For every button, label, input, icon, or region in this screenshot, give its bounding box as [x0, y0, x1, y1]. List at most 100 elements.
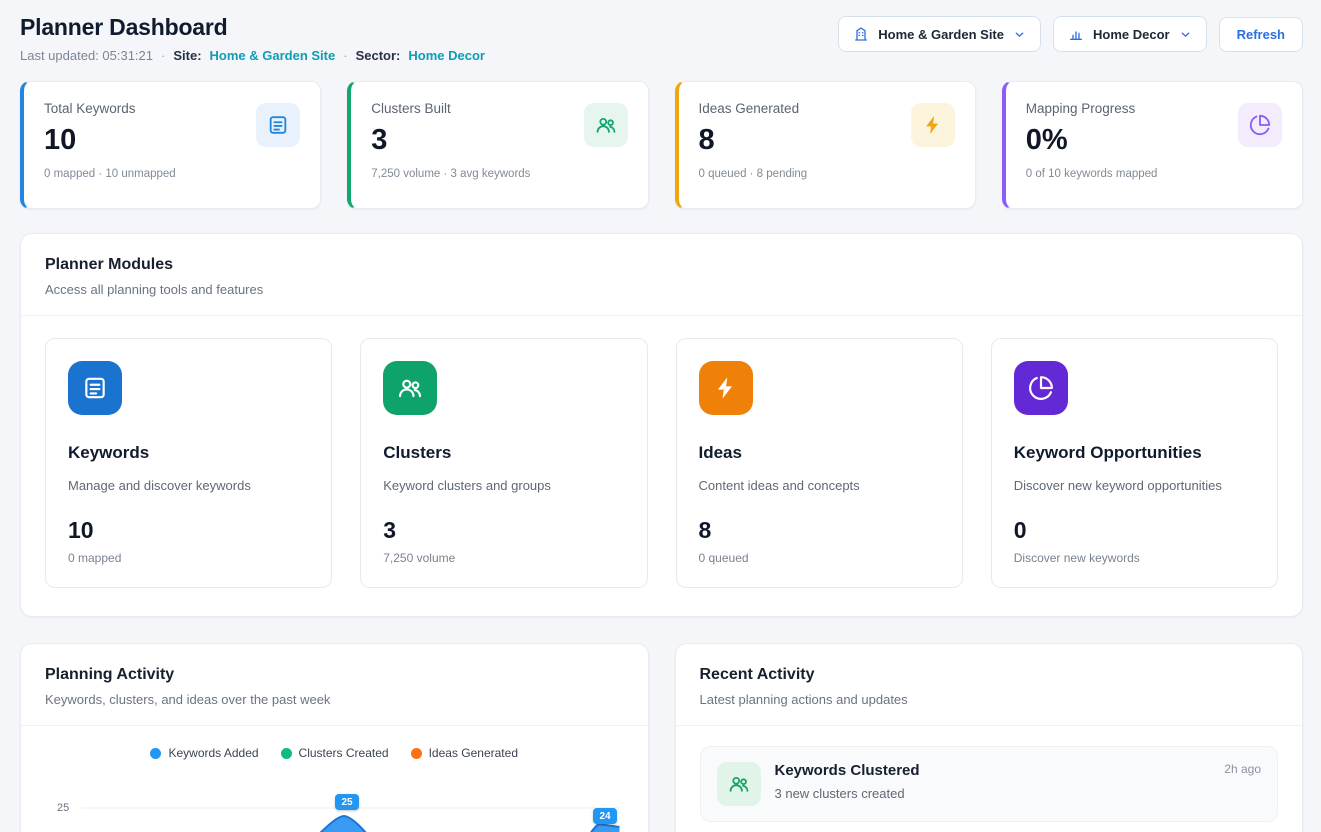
module-title: Keyword Opportunities — [1014, 443, 1255, 463]
stat-sub: 0 of 10 keywords mapped — [1026, 168, 1158, 180]
site-link[interactable]: Home & Garden Site — [210, 48, 336, 63]
recent-activity-subtitle: Latest planning actions and updates — [700, 692, 1279, 707]
header-left: Planner Dashboard Last updated: 05:31:21… — [20, 14, 485, 63]
stat-label: Clusters Built — [371, 101, 530, 116]
modules-panel-title: Planner Modules — [45, 256, 1278, 274]
stat-main: Clusters Built 3 7,250 volume · 3 avg ke… — [371, 101, 530, 192]
document-icon — [256, 103, 300, 147]
legend-label: Ideas Generated — [429, 746, 518, 760]
planning-activity-subtitle: Keywords, clusters, and ideas over the p… — [45, 692, 624, 707]
module-card-ideas[interactable]: Ideas Content ideas and concepts 8 0 que… — [676, 338, 963, 588]
recent-activity-header: Recent Activity Latest planning actions … — [676, 644, 1303, 726]
legend-item-keywords-added[interactable]: Keywords Added — [150, 746, 258, 760]
module-title: Clusters — [383, 443, 624, 463]
page-header: Planner Dashboard Last updated: 05:31:21… — [20, 14, 1303, 63]
stat-sub: 0 mapped · 10 unmapped — [44, 168, 176, 180]
stat-sub: 7,250 volume · 3 avg keywords — [371, 168, 530, 180]
legend-label: Keywords Added — [168, 746, 258, 760]
module-sub: 0 mapped — [68, 551, 309, 565]
activity-head: Keywords Clustered 2h ago — [775, 762, 1262, 779]
planning-activity-title: Planning Activity — [45, 666, 624, 684]
planning-activity-header: Planning Activity Keywords, clusters, an… — [21, 644, 648, 726]
chevron-down-icon — [1013, 28, 1026, 41]
users-icon — [383, 361, 437, 415]
modules-panel-header: Planner Modules Access all planning tool… — [21, 234, 1302, 316]
data-point-label: 24 — [593, 808, 617, 824]
module-sub: Discover new keywords — [1014, 551, 1255, 565]
stat-value: 0% — [1026, 126, 1158, 155]
stat-main: Mapping Progress 0% 0 of 10 keywords map… — [1026, 101, 1158, 192]
module-description: Discover new keyword opportunities — [1014, 478, 1255, 493]
last-updated-text: Last updated: 05:31:21 — [20, 48, 153, 63]
sector-selector-dropdown[interactable]: Home Decor — [1053, 16, 1207, 52]
module-card-keywords[interactable]: Keywords Manage and discover keywords 10… — [45, 338, 332, 588]
module-value: 3 — [383, 517, 624, 544]
stat-sub: 0 queued · 8 pending — [699, 168, 808, 180]
legend-dot — [411, 748, 422, 759]
stat-card-mapping-progress[interactable]: Mapping Progress 0% 0 of 10 keywords map… — [1002, 81, 1303, 209]
stat-label: Total Keywords — [44, 101, 176, 116]
stat-label: Mapping Progress — [1026, 101, 1158, 116]
data-point-label: 25 — [335, 794, 359, 810]
module-value: 8 — [699, 517, 940, 544]
chart-legend: Keywords Added Clusters Created Ideas Ge… — [45, 746, 624, 760]
y-axis-tick: 25 — [57, 802, 69, 814]
modules-grid: Keywords Manage and discover keywords 10… — [21, 316, 1302, 616]
planner-dashboard-page: Planner Dashboard Last updated: 05:31:21… — [0, 0, 1321, 832]
module-title: Keywords — [68, 443, 309, 463]
site-selector-dropdown[interactable]: Home & Garden Site — [838, 16, 1041, 52]
module-sub: 7,250 volume — [383, 551, 624, 565]
legend-dot — [281, 748, 292, 759]
module-description: Manage and discover keywords — [68, 478, 309, 493]
site-selector-value: Home & Garden Site — [878, 27, 1004, 42]
bolt-icon — [911, 103, 955, 147]
sector-link[interactable]: Home Decor — [408, 48, 485, 63]
legend-label: Clusters Created — [299, 746, 389, 760]
recent-activity-list: Keywords Clustered 2h ago 3 new clusters… — [676, 726, 1303, 832]
document-icon — [68, 361, 122, 415]
legend-item-clusters-created[interactable]: Clusters Created — [281, 746, 389, 760]
activity-item-keywords-clustered[interactable]: Keywords Clustered 2h ago 3 new clusters… — [700, 746, 1279, 822]
recent-activity-title: Recent Activity — [700, 666, 1279, 684]
legend-item-ideas-generated[interactable]: Ideas Generated — [411, 746, 518, 760]
planner-modules-panel: Planner Modules Access all planning tool… — [20, 233, 1303, 617]
header-meta: Last updated: 05:31:21 · Site: Home & Ga… — [20, 48, 485, 63]
module-value: 10 — [68, 517, 309, 544]
chevron-down-icon — [1179, 28, 1192, 41]
bar-chart-icon — [1068, 26, 1084, 42]
separator-dot: · — [343, 48, 347, 63]
stat-card-clusters-built[interactable]: Clusters Built 3 7,250 volume · 3 avg ke… — [347, 81, 648, 209]
bottom-row: Planning Activity Keywords, clusters, an… — [20, 643, 1303, 832]
recent-activity-panel: Recent Activity Latest planning actions … — [675, 643, 1304, 832]
stat-main: Total Keywords 10 0 mapped · 10 unmapped — [44, 101, 176, 192]
stat-card-ideas-generated[interactable]: Ideas Generated 8 0 queued · 8 pending — [675, 81, 976, 209]
stat-value: 8 — [699, 126, 808, 155]
module-description: Content ideas and concepts — [699, 478, 940, 493]
pie-chart-icon — [1238, 103, 1282, 147]
stat-value: 10 — [44, 126, 176, 155]
separator-dot: · — [161, 48, 165, 63]
activity-area-chart: 25 25 24 — [45, 772, 624, 832]
activity-content: Keywords Clustered 2h ago 3 new clusters… — [775, 762, 1262, 801]
page-title: Planner Dashboard — [20, 14, 485, 41]
sector-selector-value: Home Decor — [1093, 27, 1170, 42]
planning-activity-panel: Planning Activity Keywords, clusters, an… — [20, 643, 649, 832]
stat-value: 3 — [371, 126, 530, 155]
refresh-button[interactable]: Refresh — [1219, 17, 1303, 52]
sector-label: Sector: — [356, 48, 401, 63]
legend-dot — [150, 748, 161, 759]
stat-card-total-keywords[interactable]: Total Keywords 10 0 mapped · 10 unmapped — [20, 81, 321, 209]
stat-label: Ideas Generated — [699, 101, 808, 116]
site-label: Site: — [173, 48, 201, 63]
header-controls: Home & Garden Site Home Decor Refresh — [838, 16, 1303, 52]
module-card-clusters[interactable]: Clusters Keyword clusters and groups 3 7… — [360, 338, 647, 588]
module-value: 0 — [1014, 517, 1255, 544]
building-icon — [853, 26, 869, 42]
pie-chart-icon — [1014, 361, 1068, 415]
module-sub: 0 queued — [699, 551, 940, 565]
module-card-keyword-opportunities[interactable]: Keyword Opportunities Discover new keywo… — [991, 338, 1278, 588]
stats-row: Total Keywords 10 0 mapped · 10 unmapped… — [20, 81, 1303, 209]
stat-main: Ideas Generated 8 0 queued · 8 pending — [699, 101, 808, 192]
module-title: Ideas — [699, 443, 940, 463]
module-description: Keyword clusters and groups — [383, 478, 624, 493]
